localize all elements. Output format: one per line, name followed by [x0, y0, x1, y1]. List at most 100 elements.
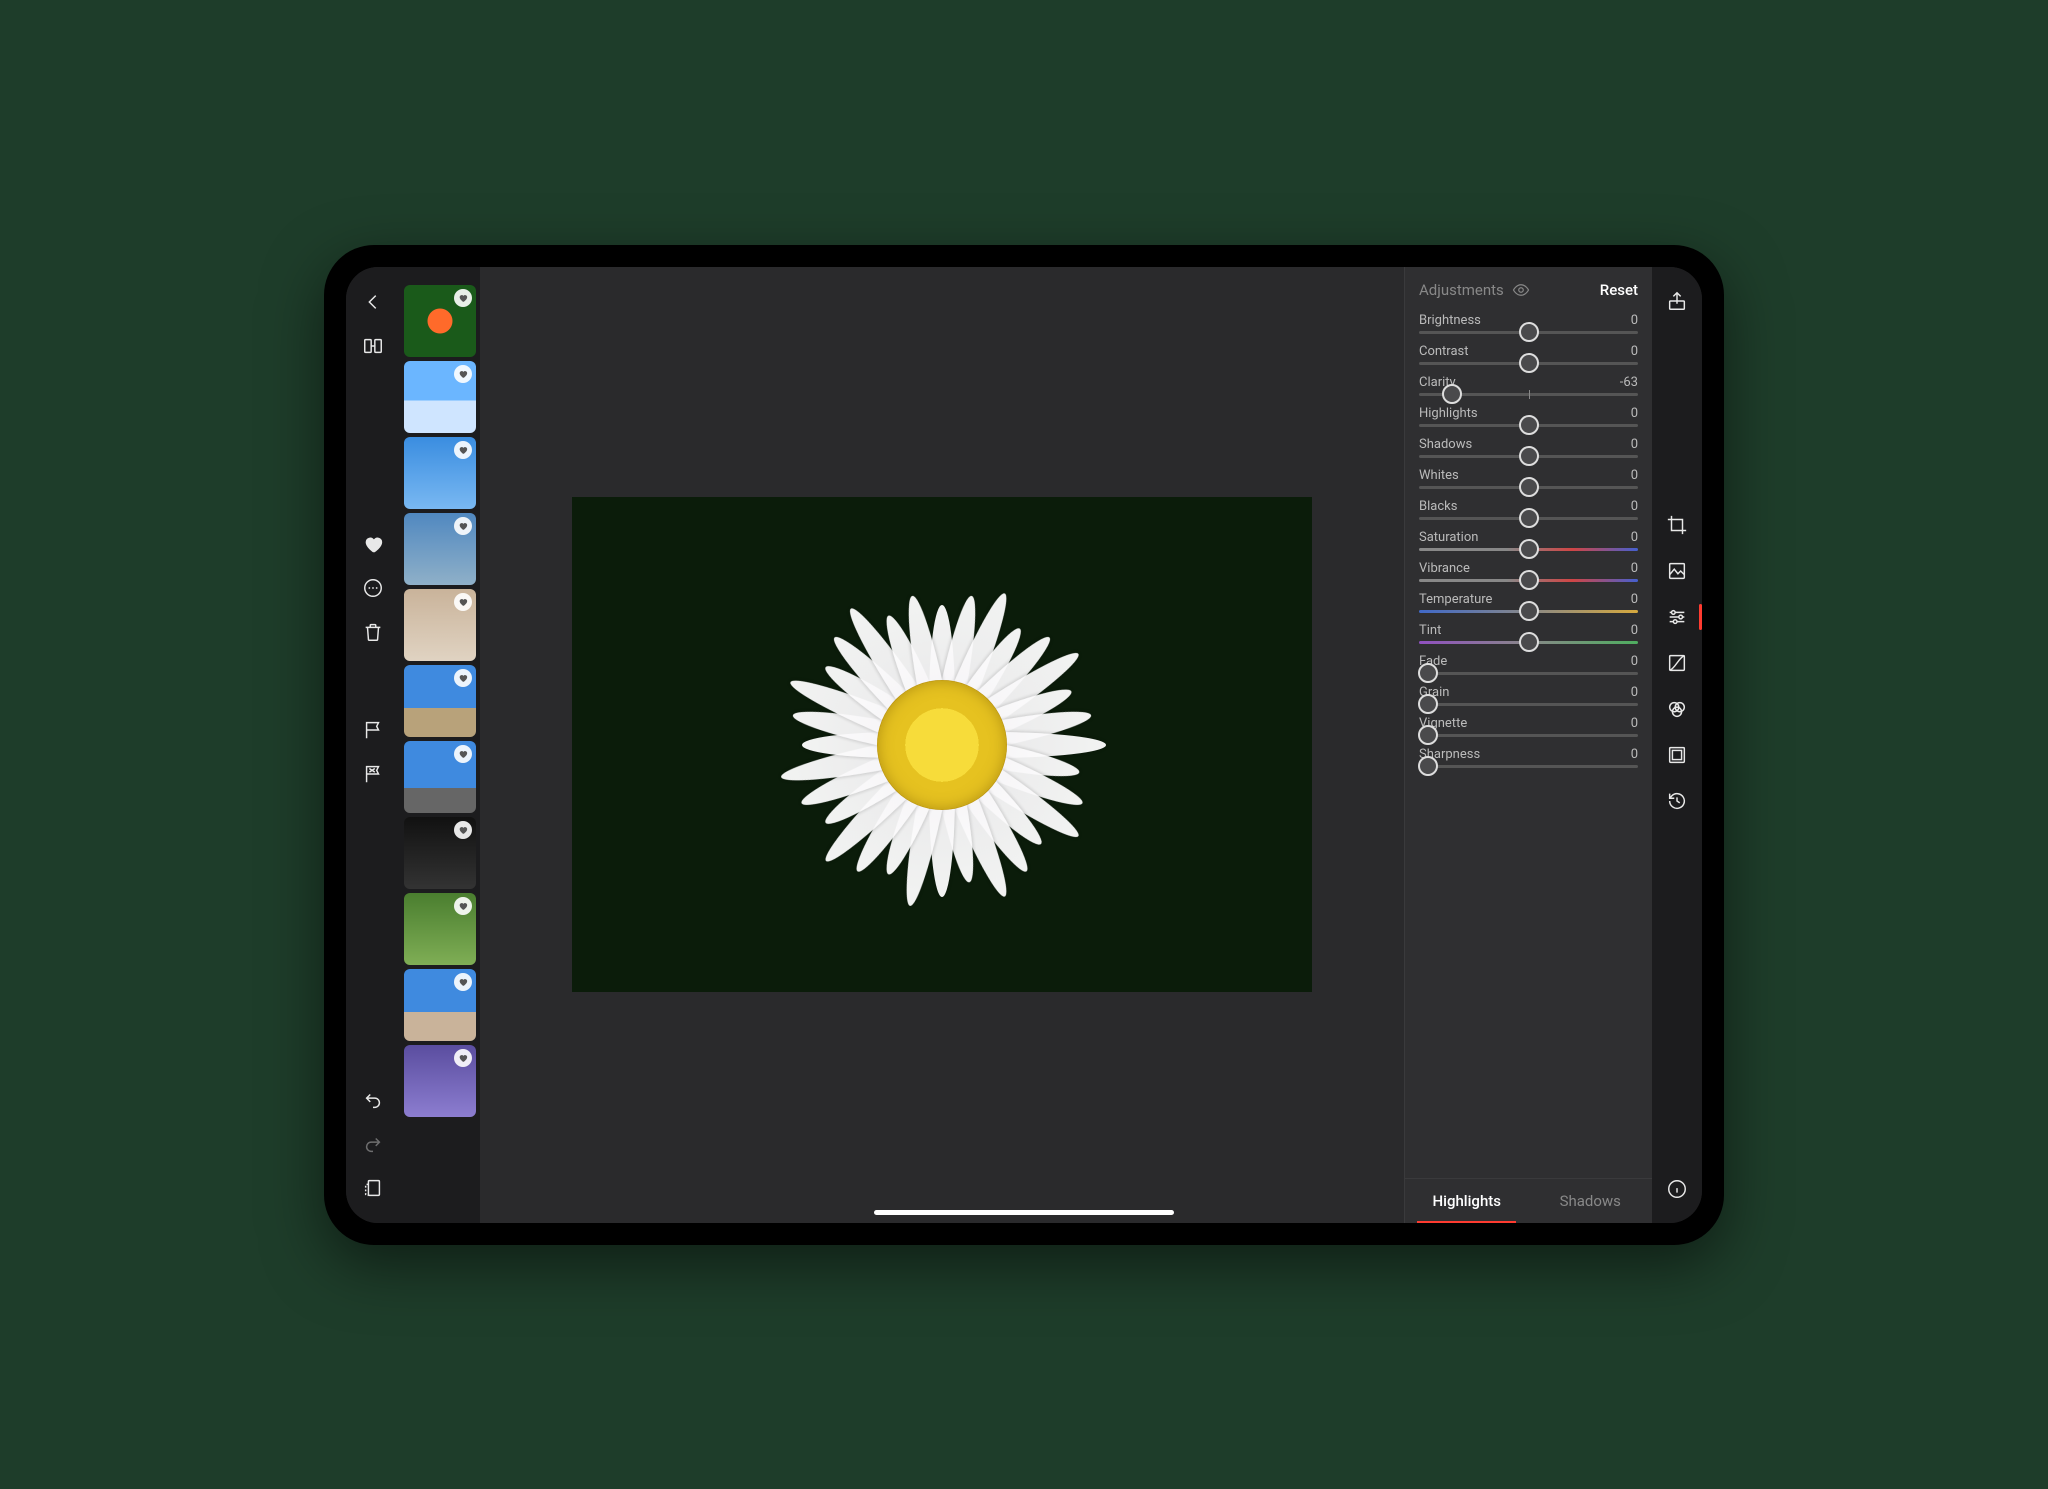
undo-icon[interactable] — [358, 1085, 388, 1115]
color-tool-icon[interactable] — [1663, 695, 1691, 723]
slider-knob[interactable] — [1519, 632, 1539, 652]
slider-knob[interactable] — [1519, 415, 1539, 435]
thumbnail-yellow-flowers[interactable] — [404, 893, 476, 965]
slider-track[interactable] — [1419, 548, 1638, 551]
slider-value: 0 — [1631, 406, 1638, 421]
slider-brightness: Brightness0 — [1419, 313, 1638, 334]
slider-knob[interactable] — [1418, 756, 1438, 776]
slider-contrast: Contrast 0 — [1419, 344, 1638, 365]
slider-fade: Fade0 — [1419, 654, 1638, 675]
home-indicator — [874, 1210, 1174, 1215]
slider-knob[interactable] — [1442, 384, 1462, 404]
slider-track[interactable] — [1419, 455, 1638, 458]
slider-value: 0 — [1631, 561, 1638, 576]
slider-value: 0 — [1631, 344, 1638, 359]
thumbnail-campus[interactable] — [404, 969, 476, 1041]
filters-tool-icon[interactable] — [1663, 557, 1691, 585]
slider-track[interactable] — [1419, 362, 1638, 365]
slider-knob[interactable] — [1519, 477, 1539, 497]
slider-track[interactable] — [1419, 610, 1638, 613]
slider-value: 0 — [1631, 499, 1638, 514]
favorite-badge-icon — [454, 441, 472, 459]
reset-button[interactable]: Reset — [1600, 281, 1638, 299]
compare-icon[interactable] — [358, 331, 388, 361]
redo-icon[interactable] — [358, 1129, 388, 1159]
slider-track[interactable] — [1419, 672, 1638, 675]
slider-label: Whites — [1419, 468, 1459, 483]
slider-track[interactable] — [1419, 734, 1638, 737]
slider-vibrance: Vibrance0 — [1419, 561, 1638, 582]
photo-viewer[interactable] — [480, 267, 1404, 1223]
thumbnail-columns[interactable] — [404, 665, 476, 737]
favorite-badge-icon — [454, 365, 472, 383]
slider-value: 0 — [1631, 530, 1638, 545]
flag-icon[interactable] — [358, 715, 388, 745]
slider-track[interactable] — [1419, 424, 1638, 427]
subtab-highlights[interactable]: Highlights — [1405, 1179, 1529, 1223]
slider-knob[interactable] — [1519, 353, 1539, 373]
share-icon[interactable] — [1663, 287, 1691, 315]
slider-track[interactable] — [1419, 517, 1638, 520]
slider-blacks: Blacks 0 — [1419, 499, 1638, 520]
slider-track[interactable] — [1419, 331, 1638, 334]
history-icon[interactable] — [1663, 787, 1691, 815]
slider-grain: Grain0 — [1419, 685, 1638, 706]
back-button[interactable] — [358, 287, 388, 317]
thumbnail-purple-flowers[interactable] — [404, 1045, 476, 1117]
slider-value: 0 — [1631, 623, 1638, 638]
slider-temperature: Temperature0 — [1419, 592, 1638, 613]
slider-value: 0 — [1631, 592, 1638, 607]
favorite-badge-icon — [454, 745, 472, 763]
thumbnail-spire[interactable] — [404, 513, 476, 585]
favorite-badge-icon — [454, 1049, 472, 1067]
photo-canvas — [572, 497, 1312, 992]
crop-tool-icon[interactable] — [1663, 511, 1691, 539]
slider-knob[interactable] — [1418, 694, 1438, 714]
slider-knob[interactable] — [1519, 508, 1539, 528]
right-toolbar — [1652, 267, 1702, 1223]
slider-knob[interactable] — [1418, 725, 1438, 745]
thumbnail-dark-building[interactable] — [404, 817, 476, 889]
slider-label: Contrast — [1419, 344, 1469, 359]
slider-clarity: Clarity-63 — [1419, 375, 1638, 396]
slider-value: 0 — [1631, 468, 1638, 483]
slider-value: 0 — [1631, 685, 1638, 700]
slider-knob[interactable] — [1519, 446, 1539, 466]
slider-track[interactable] — [1419, 486, 1638, 489]
more-menu-icon[interactable] — [358, 573, 388, 603]
slider-knob[interactable] — [1519, 570, 1539, 590]
slider-track[interactable] — [1419, 393, 1638, 396]
thumbnail-buildings-sky[interactable] — [404, 437, 476, 509]
favorite-badge-icon — [454, 669, 472, 687]
slider-shadows: Shadows0 — [1419, 437, 1638, 458]
adjustments-tool-icon[interactable] — [1663, 603, 1691, 631]
curves-tool-icon[interactable] — [1663, 649, 1691, 677]
thumbnail-sky-flag[interactable] — [404, 361, 476, 433]
slider-value: 0 — [1631, 747, 1638, 762]
favorite-heart-icon[interactable] — [358, 529, 388, 559]
slider-value: 0 — [1631, 313, 1638, 328]
thumbnail-strip[interactable] — [400, 267, 480, 1223]
trash-icon[interactable] — [358, 617, 388, 647]
slider-knob[interactable] — [1519, 601, 1539, 621]
subtab-shadows[interactable]: Shadows — [1529, 1179, 1653, 1223]
slider-label: Saturation — [1419, 530, 1478, 545]
info-icon[interactable] — [1663, 1175, 1691, 1203]
slider-track[interactable] — [1419, 641, 1638, 644]
slider-track[interactable] — [1419, 703, 1638, 706]
adjustments-panel: Adjustments Reset Brightness0Contrast0Cl… — [1404, 267, 1652, 1223]
slider-knob[interactable] — [1519, 322, 1539, 342]
copy-edits-icon[interactable] — [358, 1173, 388, 1203]
slider-track[interactable] — [1419, 579, 1638, 582]
slider-knob[interactable] — [1418, 663, 1438, 683]
slider-label: Blacks — [1419, 499, 1457, 514]
reject-flag-icon[interactable] — [358, 759, 388, 789]
thumbnail-skyscraper[interactable] — [404, 741, 476, 813]
slider-knob[interactable] — [1519, 539, 1539, 559]
frame-tool-icon[interactable] — [1663, 741, 1691, 769]
slider-track[interactable] — [1419, 765, 1638, 768]
thumbnail-orange-flower[interactable] — [404, 285, 476, 357]
thumbnail-wall[interactable] — [404, 589, 476, 661]
preview-toggle-icon[interactable] — [1512, 281, 1530, 299]
slider-label: Tint — [1419, 623, 1441, 638]
